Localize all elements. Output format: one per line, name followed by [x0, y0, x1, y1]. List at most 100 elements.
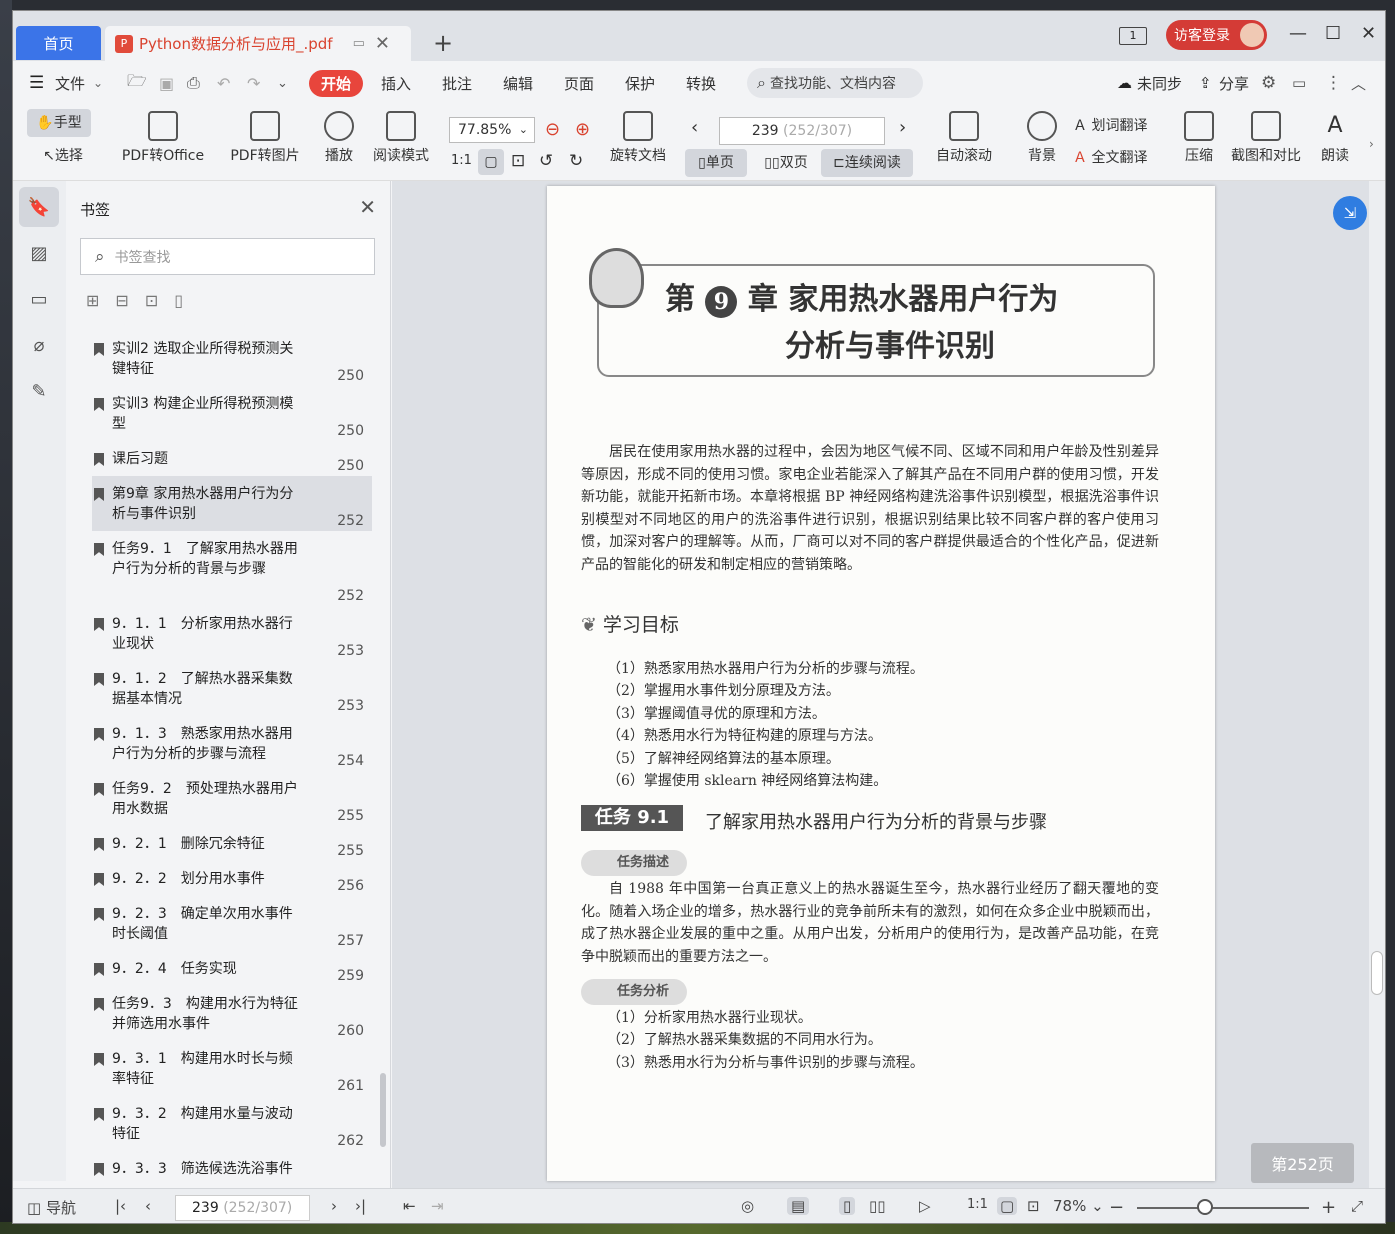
menu-insert[interactable]: 插入	[381, 73, 411, 94]
play-button[interactable]: 播放	[319, 111, 359, 165]
bookmark-item[interactable]: 9．2．2 划分用水事件 256	[92, 861, 372, 896]
back-icon[interactable]: ⇤	[403, 1197, 416, 1215]
menu-convert[interactable]: 转换	[686, 73, 716, 94]
pdf-to-image-button[interactable]: PDF转图片	[225, 111, 305, 165]
bookmark-item[interactable]: 任务9．1 了解家用热水器用户行为分析的背景与步骤 252	[92, 531, 372, 606]
zoom-slider[interactable]	[1137, 1207, 1309, 1209]
open-folder-icon[interactable]: 🗁	[127, 70, 147, 97]
menu-page[interactable]: 页面	[564, 73, 594, 94]
more-icon[interactable]: ⋮	[1325, 73, 1342, 93]
rotate-doc-button[interactable]: 旋转文档	[605, 111, 671, 165]
expand-icon[interactable]: ⊞	[86, 291, 115, 310]
bookmark-item[interactable]: 9．2．4 任务实现 259	[92, 951, 372, 986]
zoom-select[interactable]: 77.85% ⌄	[449, 117, 535, 143]
collapse-ribbon-icon[interactable]: ︿	[1351, 73, 1366, 94]
bookmark-item[interactable]: 9．3．1 构建用水时长与频率特征 261	[92, 1041, 372, 1096]
menu-comment[interactable]: 批注	[442, 73, 472, 94]
undo-icon[interactable]: ↶	[217, 74, 230, 93]
last-page-icon[interactable]: ›|	[355, 1197, 366, 1215]
background-button[interactable]: 背景	[1021, 111, 1063, 165]
first-page-icon[interactable]: |‹	[115, 1197, 126, 1215]
compress-button[interactable]: 压缩	[1181, 111, 1217, 165]
bookmark-item[interactable]: 9．1．1 分析家用热水器行业现状 253	[92, 606, 372, 661]
full-translate-button[interactable]: Ａ 全文翻译	[1073, 147, 1169, 167]
comment-icon[interactable]: ▭	[19, 279, 59, 319]
read-mode-button[interactable]: 阅读模式	[369, 111, 433, 165]
prev-page-icon[interactable]: ‹	[145, 1197, 151, 1215]
play-icon[interactable]: ▷	[919, 1197, 931, 1215]
add-tab-button[interactable]: +	[433, 29, 453, 57]
zoom-out-icon[interactable]: ⊖	[545, 119, 560, 140]
bookmark-item-active[interactable]: 第9章 家用热水器用户行为分析与事件识别 252	[92, 476, 372, 531]
navigation-toggle[interactable]: ◫ 导航	[27, 1197, 76, 1218]
sync-status[interactable]: 未同步	[1137, 73, 1182, 94]
status-page-input[interactable]: 239 (252/307)	[175, 1195, 310, 1221]
pin-icon[interactable]: ▭	[353, 36, 365, 51]
settings-icon[interactable]: ⚙	[1261, 73, 1276, 93]
more-quick-icon[interactable]: ⌄	[277, 76, 288, 91]
rotate-left-icon[interactable]: ↺	[539, 151, 553, 171]
actual-size-icon[interactable]: 1:1	[451, 153, 472, 168]
menu-protect[interactable]: 保护	[625, 73, 655, 94]
save-icon[interactable]: ▣	[159, 74, 174, 93]
bookmark-item[interactable]: 9．1．2 了解热水器采集数据基本情况 253	[92, 661, 372, 716]
attachment-icon[interactable]: ⌀	[19, 325, 59, 365]
rotate-right-icon[interactable]: ↻	[569, 151, 583, 171]
thumbnail-icon[interactable]: ▨	[19, 233, 59, 273]
zoom-level[interactable]: 78% ⌄	[1053, 1197, 1104, 1215]
bookmark-item[interactable]: 9．3．3 筛选候选洗浴事件	[92, 1151, 372, 1186]
fit-page-icon[interactable]: ▢	[997, 1197, 1018, 1215]
hand-tool-button[interactable]: ✋手型	[27, 109, 91, 137]
zoom-in-icon[interactable]: ⊕	[575, 119, 590, 140]
floating-tool-button[interactable]: ⇲	[1333, 196, 1367, 230]
zoom-in-icon[interactable]: +	[1321, 1197, 1336, 1218]
document-scrollbar[interactable]	[1369, 181, 1385, 1188]
close-window-button[interactable]: ✕	[1361, 23, 1376, 44]
prev-page-icon[interactable]: ‹	[691, 117, 698, 138]
close-icon[interactable]: ✕	[359, 195, 376, 219]
fullscreen-icon[interactable]: ⤢	[1351, 1197, 1363, 1215]
tab-home[interactable]: 首页	[16, 26, 101, 60]
share-icon[interactable]: ⇪	[1199, 74, 1212, 92]
bookmark-item[interactable]: 9．2．3 确定单次用水事件时长阈值 257	[92, 896, 372, 951]
next-page-icon[interactable]: ›	[899, 117, 906, 138]
zoom-slider-handle[interactable]	[1197, 1199, 1213, 1215]
screenshot-compare-button[interactable]: 截图和对比	[1227, 111, 1305, 165]
menu-edit[interactable]: 编辑	[503, 73, 533, 94]
continuous-mode-icon[interactable]: ▤	[787, 1197, 810, 1215]
word-translate-button[interactable]: Ａ 划词翻译	[1073, 115, 1169, 135]
bookmark-panel-icon[interactable]: 🔖	[19, 187, 59, 227]
file-menu[interactable]: 文件	[55, 73, 85, 94]
bookmark-item[interactable]: 9．1．3 熟悉家用热水器用户行为分析的步骤与流程 254	[92, 716, 372, 771]
add-bookmark-icon[interactable]: ⊡	[145, 291, 174, 310]
bookmark-item[interactable]: 9．3．2 构建用水量与波动特征 262	[92, 1096, 372, 1151]
continuous-read-button[interactable]: ⊏连续阅读	[821, 149, 913, 177]
bookmark-item[interactable]: 课后习题 250	[92, 441, 372, 476]
guest-login-button[interactable]: 访客登录	[1166, 20, 1267, 50]
collapse-icon[interactable]: ⊟	[115, 291, 144, 310]
bookmark-search-input[interactable]: ⌕ 书签查找	[80, 238, 375, 275]
function-search[interactable]: ⌕ 查找功能、文档内容	[747, 68, 923, 98]
share-button[interactable]: 分享	[1219, 73, 1249, 94]
bookmark-options-icon[interactable]: ▯	[174, 291, 199, 310]
panel-scrollbar[interactable]	[380, 1073, 386, 1147]
menu-start[interactable]: 开始	[309, 69, 364, 97]
next-page-icon[interactable]: ›	[331, 1197, 337, 1215]
redo-icon[interactable]: ↷	[247, 74, 260, 93]
pdf-to-office-button[interactable]: PDF转Office	[113, 111, 213, 165]
fit-page-icon[interactable]: ▢	[478, 149, 504, 175]
eye-protection-icon[interactable]: ◎	[741, 1197, 754, 1215]
read-aloud-button[interactable]: A 朗读	[1317, 111, 1353, 165]
signature-icon[interactable]: ✎	[19, 371, 59, 411]
minimize-button[interactable]: —	[1289, 23, 1307, 44]
tab-document[interactable]: P Python数据分析与应用_.pdf ▭ ✕	[105, 26, 411, 61]
fit-width-icon[interactable]: ⊡	[1027, 1197, 1040, 1215]
page-number-input[interactable]: 239 (252/307)	[719, 117, 885, 145]
double-page-button[interactable]: ▯▯双页	[753, 149, 819, 177]
bookmark-item[interactable]: 实训3 构建企业所得税预测模型 250	[92, 386, 372, 441]
print-icon[interactable]: ⎙	[187, 73, 200, 93]
ribbon-scroll-right-icon[interactable]: ›	[1369, 137, 1374, 151]
select-tool-button[interactable]: ↖选择	[31, 143, 95, 169]
message-icon[interactable]: ▭	[1292, 74, 1306, 92]
chevron-down-icon[interactable]: ⌄	[93, 76, 103, 90]
